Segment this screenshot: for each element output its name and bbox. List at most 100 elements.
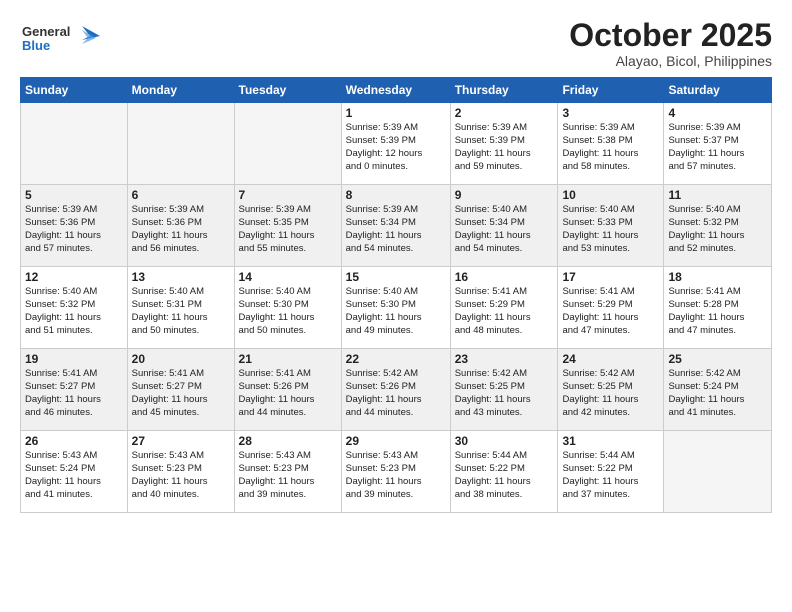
calendar-cell: 14 Sunrise: 5:40 AM Sunset: 5:30 PM Dayli…: [234, 267, 341, 349]
cell-content: Sunrise: 5:40 AM Sunset: 5:32 PM Dayligh…: [668, 204, 767, 255]
cell-content: Sunrise: 5:39 AM Sunset: 5:35 PM Dayligh…: [239, 204, 337, 255]
day-number: 7: [239, 188, 337, 202]
calendar-cell: 28Sunrise: 5:43 AM Sunset: 5:23 PM Dayli…: [234, 431, 341, 513]
day-number: 14: [239, 270, 337, 284]
cell-content: Sunrise: 5:39 AM Sunset: 5:38 PM Dayligh…: [562, 122, 659, 173]
week-row-2: 12Sunrise: 5:40 AM Sunset: 5:32 PM Dayli…: [21, 267, 772, 349]
weekday-tuesday: Tuesday: [234, 78, 341, 103]
cell-content: Sunrise: 5:44 AM Sunset: 5:22 PM Dayligh…: [455, 450, 554, 501]
weekday-friday: Friday: [558, 78, 664, 103]
weekday-monday: Monday: [127, 78, 234, 103]
day-number: 15: [346, 270, 446, 284]
day-number: 20: [132, 352, 230, 366]
calendar-cell: 15 Sunrise: 5:40 AM Sunset: 5:30 PM Dayli…: [341, 267, 450, 349]
day-number: 3: [562, 106, 659, 120]
cell-content: Sunrise: 5:43 AM Sunset: 5:24 PM Dayligh…: [25, 450, 123, 501]
cell-content: Sunrise: 5:41 AM Sunset: 5:29 PM Dayligh…: [562, 286, 659, 337]
day-number: 30: [455, 434, 554, 448]
calendar-cell: 23 Sunrise: 5:42 AM Sunset: 5:25 PM Dayli…: [450, 349, 558, 431]
day-number: 28: [239, 434, 337, 448]
cell-content: Sunrise: 5:42 AM Sunset: 5:26 PM Dayligh…: [346, 368, 446, 419]
calendar-cell: 19 Sunrise: 5:41 AM Sunset: 5:27 PM Dayli…: [21, 349, 128, 431]
cell-content: Sunrise: 5:39 AM Sunset: 5:37 PM Dayligh…: [668, 122, 767, 173]
day-number: 27: [132, 434, 230, 448]
calendar-cell: 8Sunrise: 5:39 AM Sunset: 5:34 PM Daylig…: [341, 185, 450, 267]
day-number: 17: [562, 270, 659, 284]
cell-content: Sunrise: 5:40 AM Sunset: 5:30 PM Dayligh…: [239, 286, 337, 337]
calendar-cell: 2Sunrise: 5:39 AM Sunset: 5:39 PM Daylig…: [450, 103, 558, 185]
day-number: 21: [239, 352, 337, 366]
calendar-cell: 9 Sunrise: 5:40 AM Sunset: 5:34 PM Daylig…: [450, 185, 558, 267]
day-number: 19: [25, 352, 123, 366]
cell-content: Sunrise: 5:41 AM Sunset: 5:27 PM Dayligh…: [25, 368, 123, 419]
cell-content: Sunrise: 5:42 AM Sunset: 5:25 PM Dayligh…: [562, 368, 659, 419]
svg-text:Blue: Blue: [22, 38, 50, 53]
calendar-cell: 17 Sunrise: 5:41 AM Sunset: 5:29 PM Dayli…: [558, 267, 664, 349]
cell-content: Sunrise: 5:40 AM Sunset: 5:33 PM Dayligh…: [562, 204, 659, 255]
calendar-cell: 3 Sunrise: 5:39 AM Sunset: 5:38 PM Daylig…: [558, 103, 664, 185]
logo: General Blue: [20, 18, 110, 58]
week-row-4: 26Sunrise: 5:43 AM Sunset: 5:24 PM Dayli…: [21, 431, 772, 513]
cell-content: Sunrise: 5:40 AM Sunset: 5:34 PM Dayligh…: [455, 204, 554, 255]
day-number: 22: [346, 352, 446, 366]
day-number: 11: [668, 188, 767, 202]
calendar-cell: 20 Sunrise: 5:41 AM Sunset: 5:27 PM Dayli…: [127, 349, 234, 431]
day-number: 10: [562, 188, 659, 202]
day-number: 4: [668, 106, 767, 120]
day-number: 23: [455, 352, 554, 366]
cell-content: Sunrise: 5:41 AM Sunset: 5:27 PM Dayligh…: [132, 368, 230, 419]
day-number: 24: [562, 352, 659, 366]
cell-content: Sunrise: 5:42 AM Sunset: 5:24 PM Dayligh…: [668, 368, 767, 419]
calendar-cell: [664, 431, 772, 513]
cell-content: Sunrise: 5:40 AM Sunset: 5:31 PM Dayligh…: [132, 286, 230, 337]
calendar-cell: 6Sunrise: 5:39 AM Sunset: 5:36 PM Daylig…: [127, 185, 234, 267]
calendar-cell: 27Sunrise: 5:43 AM Sunset: 5:23 PM Dayli…: [127, 431, 234, 513]
calendar-cell: 25Sunrise: 5:42 AM Sunset: 5:24 PM Dayli…: [664, 349, 772, 431]
cell-content: Sunrise: 5:39 AM Sunset: 5:36 PM Dayligh…: [132, 204, 230, 255]
calendar-cell: 18Sunrise: 5:41 AM Sunset: 5:28 PM Dayli…: [664, 267, 772, 349]
calendar-cell: 16 Sunrise: 5:41 AM Sunset: 5:29 PM Dayli…: [450, 267, 558, 349]
calendar-cell: 31Sunrise: 5:44 AM Sunset: 5:22 PM Dayli…: [558, 431, 664, 513]
calendar-cell: 10 Sunrise: 5:40 AM Sunset: 5:33 PM Dayli…: [558, 185, 664, 267]
day-number: 2: [455, 106, 554, 120]
cell-content: Sunrise: 5:43 AM Sunset: 5:23 PM Dayligh…: [346, 450, 446, 501]
calendar-cell: 29 Sunrise: 5:43 AM Sunset: 5:23 PM Dayli…: [341, 431, 450, 513]
cell-content: Sunrise: 5:41 AM Sunset: 5:29 PM Dayligh…: [455, 286, 554, 337]
calendar-cell: 30 Sunrise: 5:44 AM Sunset: 5:22 PM Dayli…: [450, 431, 558, 513]
weekday-sunday: Sunday: [21, 78, 128, 103]
weekday-header-row: SundayMondayTuesdayWednesdayThursdayFrid…: [21, 78, 772, 103]
calendar-cell: [21, 103, 128, 185]
day-number: 13: [132, 270, 230, 284]
title-block: October 2025 Alayao, Bicol, Philippines: [569, 18, 772, 69]
calendar-cell: 22 Sunrise: 5:42 AM Sunset: 5:26 PM Dayli…: [341, 349, 450, 431]
weekday-wednesday: Wednesday: [341, 78, 450, 103]
calendar: SundayMondayTuesdayWednesdayThursdayFrid…: [20, 77, 772, 513]
day-number: 12: [25, 270, 123, 284]
cell-content: Sunrise: 5:39 AM Sunset: 5:39 PM Dayligh…: [346, 122, 446, 173]
week-row-3: 19 Sunrise: 5:41 AM Sunset: 5:27 PM Dayli…: [21, 349, 772, 431]
cell-content: Sunrise: 5:42 AM Sunset: 5:25 PM Dayligh…: [455, 368, 554, 419]
day-number: 1: [346, 106, 446, 120]
calendar-cell: 4 Sunrise: 5:39 AM Sunset: 5:37 PM Daylig…: [664, 103, 772, 185]
weekday-saturday: Saturday: [664, 78, 772, 103]
calendar-cell: 1 Sunrise: 5:39 AM Sunset: 5:39 PM Daylig…: [341, 103, 450, 185]
cell-content: Sunrise: 5:39 AM Sunset: 5:36 PM Dayligh…: [25, 204, 123, 255]
day-number: 16: [455, 270, 554, 284]
cell-content: Sunrise: 5:40 AM Sunset: 5:30 PM Dayligh…: [346, 286, 446, 337]
cell-content: Sunrise: 5:44 AM Sunset: 5:22 PM Dayligh…: [562, 450, 659, 501]
calendar-cell: 24 Sunrise: 5:42 AM Sunset: 5:25 PM Dayli…: [558, 349, 664, 431]
logo-left: General Blue: [20, 18, 110, 58]
calendar-cell: 12Sunrise: 5:40 AM Sunset: 5:32 PM Dayli…: [21, 267, 128, 349]
calendar-cell: 26Sunrise: 5:43 AM Sunset: 5:24 PM Dayli…: [21, 431, 128, 513]
calendar-cell: 21Sunrise: 5:41 AM Sunset: 5:26 PM Dayli…: [234, 349, 341, 431]
calendar-cell: [127, 103, 234, 185]
calendar-cell: [234, 103, 341, 185]
day-number: 18: [668, 270, 767, 284]
day-number: 9: [455, 188, 554, 202]
page: General Blue October 2025 Alayao, Bicol,…: [0, 0, 792, 612]
logo-icon: General Blue: [20, 18, 110, 58]
cell-content: Sunrise: 5:39 AM Sunset: 5:34 PM Dayligh…: [346, 204, 446, 255]
day-number: 29: [346, 434, 446, 448]
calendar-cell: 7 Sunrise: 5:39 AM Sunset: 5:35 PM Daylig…: [234, 185, 341, 267]
svg-text:General: General: [22, 24, 70, 39]
